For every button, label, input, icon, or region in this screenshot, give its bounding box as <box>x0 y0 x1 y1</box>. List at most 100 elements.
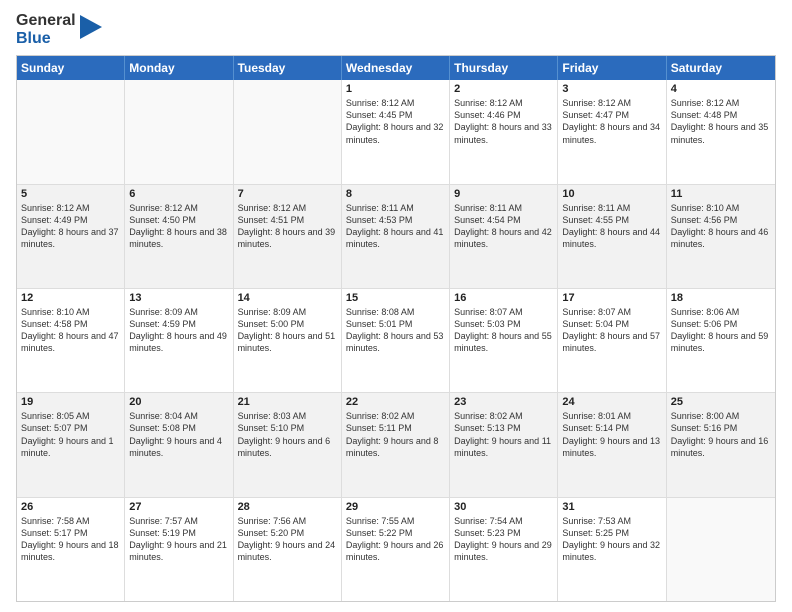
day-cell: 28 Sunrise: 7:56 AM Sunset: 5:20 PM Dayli… <box>234 498 342 601</box>
day-info: Sunrise: 7:57 AM Sunset: 5:19 PM Dayligh… <box>129 515 228 564</box>
day-number: 29 <box>346 501 445 513</box>
day-number: 5 <box>21 188 120 200</box>
day-number: 3 <box>562 83 661 95</box>
day-number: 13 <box>129 292 228 304</box>
day-number: 25 <box>671 396 771 408</box>
day-cell: 11 Sunrise: 8:10 AM Sunset: 4:56 PM Dayli… <box>667 185 775 288</box>
weekday-headers: SundayMondayTuesdayWednesdayThursdayFrid… <box>17 56 775 80</box>
day-info: Sunrise: 8:08 AM Sunset: 5:01 PM Dayligh… <box>346 306 445 355</box>
day-cell: 19Sunrise: 8:05 AM Sunset: 5:07 PM Dayli… <box>17 393 125 496</box>
day-info: Sunrise: 8:10 AM Sunset: 4:56 PM Dayligh… <box>671 202 771 251</box>
day-number: 18 <box>671 292 771 304</box>
day-number: 14 <box>238 292 337 304</box>
day-cell: 5Sunrise: 8:12 AM Sunset: 4:49 PM Daylig… <box>17 185 125 288</box>
day-cell: 14 Sunrise: 8:09 AM Sunset: 5:00 PM Dayli… <box>234 289 342 392</box>
day-info: Sunrise: 7:56 AM Sunset: 5:20 PM Dayligh… <box>238 515 337 564</box>
day-cell <box>17 80 125 183</box>
day-number: 2 <box>454 83 553 95</box>
day-number: 10 <box>562 188 661 200</box>
day-info: Sunrise: 8:12 AM Sunset: 4:47 PM Dayligh… <box>562 97 661 146</box>
day-cell: 12 Sunrise: 8:10 AM Sunset: 4:58 PM Dayli… <box>17 289 125 392</box>
day-number: 4 <box>671 83 771 95</box>
day-number: 28 <box>238 501 337 513</box>
day-number: 1 <box>346 83 445 95</box>
day-info: Sunrise: 8:03 AM Sunset: 5:10 PM Dayligh… <box>238 410 337 459</box>
day-cell: 22Sunrise: 8:02 AM Sunset: 5:11 PM Dayli… <box>342 393 450 496</box>
day-number: 15 <box>346 292 445 304</box>
day-cell: 16 Sunrise: 8:07 AM Sunset: 5:03 PM Dayli… <box>450 289 558 392</box>
day-cell: 7Sunrise: 8:12 AM Sunset: 4:51 PM Daylig… <box>234 185 342 288</box>
page: General Blue SundayMondayTuesdayWednesda… <box>0 0 792 612</box>
day-cell: 24Sunrise: 8:01 AM Sunset: 5:14 PM Dayli… <box>558 393 666 496</box>
weekday-header-wednesday: Wednesday <box>342 56 450 80</box>
day-number: 23 <box>454 396 553 408</box>
day-info: Sunrise: 8:09 AM Sunset: 5:00 PM Dayligh… <box>238 306 337 355</box>
day-cell: 9Sunrise: 8:11 AM Sunset: 4:54 PM Daylig… <box>450 185 558 288</box>
day-cell: 29 Sunrise: 7:55 AM Sunset: 5:22 PM Dayli… <box>342 498 450 601</box>
day-number: 21 <box>238 396 337 408</box>
week-row-2: 5Sunrise: 8:12 AM Sunset: 4:49 PM Daylig… <box>17 184 775 288</box>
day-cell: 31Sunrise: 7:53 AM Sunset: 5:25 PM Dayli… <box>558 498 666 601</box>
week-row-1: 1 Sunrise: 8:12 AM Sunset: 4:45 PM Daylig… <box>17 80 775 183</box>
day-info: Sunrise: 8:12 AM Sunset: 4:48 PM Dayligh… <box>671 97 771 146</box>
day-number: 6 <box>129 188 228 200</box>
day-cell: 30 Sunrise: 7:54 AM Sunset: 5:23 PM Dayli… <box>450 498 558 601</box>
day-cell: 3 Sunrise: 8:12 AM Sunset: 4:47 PM Daylig… <box>558 80 666 183</box>
day-cell: 15 Sunrise: 8:08 AM Sunset: 5:01 PM Dayli… <box>342 289 450 392</box>
day-number: 11 <box>671 188 771 200</box>
day-info: Sunrise: 8:04 AM Sunset: 5:08 PM Dayligh… <box>129 410 228 459</box>
week-row-5: 26 Sunrise: 7:58 AM Sunset: 5:17 PM Dayli… <box>17 497 775 601</box>
day-cell: 27 Sunrise: 7:57 AM Sunset: 5:19 PM Dayli… <box>125 498 233 601</box>
week-row-3: 12 Sunrise: 8:10 AM Sunset: 4:58 PM Dayli… <box>17 288 775 392</box>
day-number: 27 <box>129 501 228 513</box>
day-cell: 2 Sunrise: 8:12 AM Sunset: 4:46 PM Daylig… <box>450 80 558 183</box>
weekday-header-monday: Monday <box>125 56 233 80</box>
day-info: Sunrise: 8:11 AM Sunset: 4:55 PM Dayligh… <box>562 202 661 251</box>
header: General Blue <box>16 12 776 47</box>
weekday-header-thursday: Thursday <box>450 56 558 80</box>
day-number: 9 <box>454 188 553 200</box>
day-info: Sunrise: 8:06 AM Sunset: 5:06 PM Dayligh… <box>671 306 771 355</box>
day-cell: 8 Sunrise: 8:11 AM Sunset: 4:53 PM Daylig… <box>342 185 450 288</box>
day-info: Sunrise: 7:58 AM Sunset: 5:17 PM Dayligh… <box>21 515 120 564</box>
day-number: 30 <box>454 501 553 513</box>
day-info: Sunrise: 7:53 AM Sunset: 5:25 PM Dayligh… <box>562 515 661 564</box>
day-number: 22 <box>346 396 445 408</box>
day-cell <box>234 80 342 183</box>
day-info: Sunrise: 7:54 AM Sunset: 5:23 PM Dayligh… <box>454 515 553 564</box>
logo-wordmark: General Blue <box>16 12 76 47</box>
day-info: Sunrise: 8:02 AM Sunset: 5:13 PM Dayligh… <box>454 410 553 459</box>
day-info: Sunrise: 8:12 AM Sunset: 4:50 PM Dayligh… <box>129 202 228 251</box>
day-info: Sunrise: 8:12 AM Sunset: 4:45 PM Dayligh… <box>346 97 445 146</box>
day-cell: 25Sunrise: 8:00 AM Sunset: 5:16 PM Dayli… <box>667 393 775 496</box>
day-info: Sunrise: 8:10 AM Sunset: 4:58 PM Dayligh… <box>21 306 120 355</box>
logo-triangle-icon <box>80 15 102 47</box>
day-info: Sunrise: 8:05 AM Sunset: 5:07 PM Dayligh… <box>21 410 120 459</box>
weekday-header-friday: Friday <box>558 56 666 80</box>
day-cell <box>667 498 775 601</box>
day-cell: 6 Sunrise: 8:12 AM Sunset: 4:50 PM Daylig… <box>125 185 233 288</box>
day-cell: 17Sunrise: 8:07 AM Sunset: 5:04 PM Dayli… <box>558 289 666 392</box>
weekday-header-tuesday: Tuesday <box>234 56 342 80</box>
day-number: 26 <box>21 501 120 513</box>
day-cell: 1 Sunrise: 8:12 AM Sunset: 4:45 PM Daylig… <box>342 80 450 183</box>
day-cell: 21 Sunrise: 8:03 AM Sunset: 5:10 PM Dayli… <box>234 393 342 496</box>
day-number: 8 <box>346 188 445 200</box>
day-info: Sunrise: 8:07 AM Sunset: 5:03 PM Dayligh… <box>454 306 553 355</box>
day-number: 7 <box>238 188 337 200</box>
day-number: 12 <box>21 292 120 304</box>
week-row-4: 19Sunrise: 8:05 AM Sunset: 5:07 PM Dayli… <box>17 392 775 496</box>
weekday-header-sunday: Sunday <box>17 56 125 80</box>
day-number: 17 <box>562 292 661 304</box>
day-info: Sunrise: 8:09 AM Sunset: 4:59 PM Dayligh… <box>129 306 228 355</box>
logo-blue: Blue <box>16 30 51 47</box>
day-info: Sunrise: 7:55 AM Sunset: 5:22 PM Dayligh… <box>346 515 445 564</box>
day-number: 20 <box>129 396 228 408</box>
day-info: Sunrise: 8:11 AM Sunset: 4:53 PM Dayligh… <box>346 202 445 251</box>
weeks-container: 1 Sunrise: 8:12 AM Sunset: 4:45 PM Daylig… <box>17 80 775 601</box>
day-number: 24 <box>562 396 661 408</box>
day-cell <box>125 80 233 183</box>
day-number: 16 <box>454 292 553 304</box>
day-info: Sunrise: 8:12 AM Sunset: 4:46 PM Dayligh… <box>454 97 553 146</box>
logo: General Blue <box>16 12 102 47</box>
